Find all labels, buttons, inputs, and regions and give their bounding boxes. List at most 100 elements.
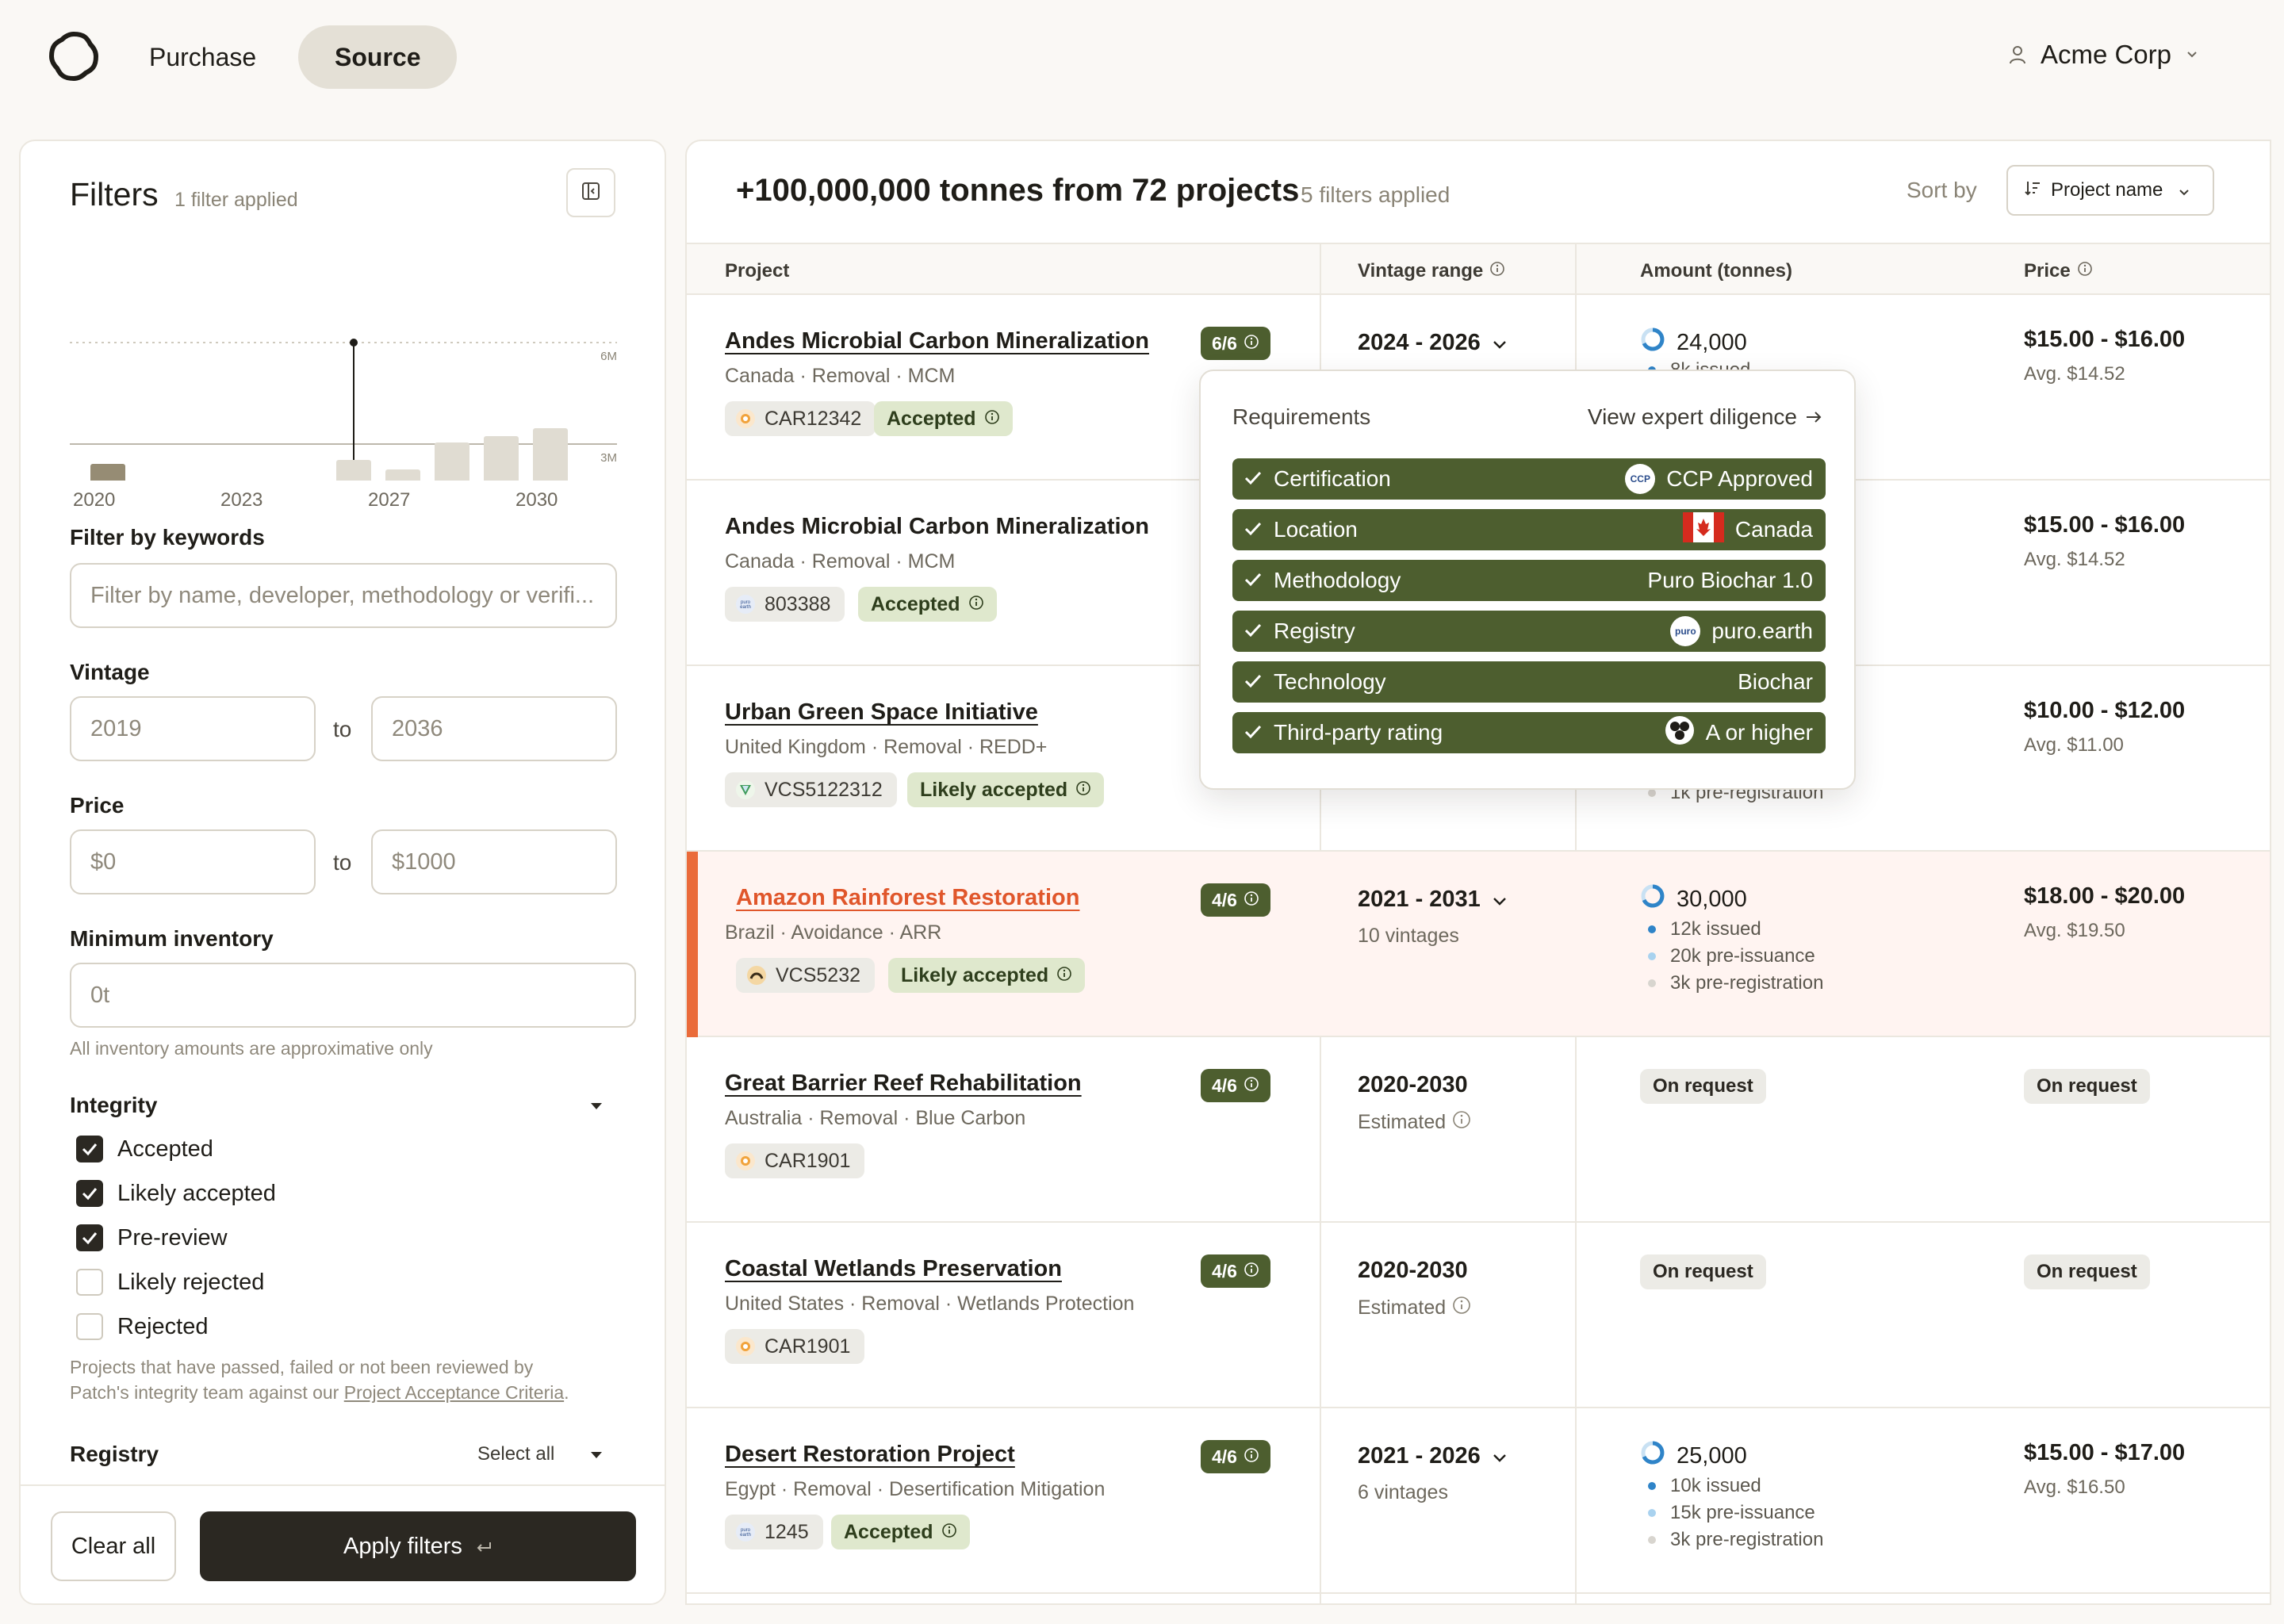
column-header-amount[interactable]: Amount (tonnes) bbox=[1640, 260, 1792, 282]
keywords-label: Filter by keywords bbox=[70, 525, 265, 550]
chart-cursor-dot bbox=[350, 339, 358, 347]
vintage-range: 2020-2030 bbox=[1358, 1072, 1468, 1097]
nav-tab-source[interactable]: Source bbox=[298, 25, 458, 89]
project-meta: Egypt · Removal · Desertification Mitiga… bbox=[725, 1478, 1106, 1500]
x-tick-2020: 2020 bbox=[73, 489, 115, 511]
keywords-input[interactable]: Filter by name, developer, methodology o… bbox=[70, 563, 617, 628]
chart-bar bbox=[533, 428, 568, 481]
price-range: $15.00 - $17.00 bbox=[2024, 1440, 2186, 1465]
amount-total: 25,000 bbox=[1640, 1440, 1747, 1472]
acceptance-criteria-link[interactable]: Project Acceptance Criteria bbox=[344, 1382, 564, 1403]
svg-text:earth: earth bbox=[740, 605, 751, 610]
column-header-price[interactable]: Price bbox=[2024, 260, 2093, 282]
info-icon[interactable] bbox=[1489, 260, 1505, 282]
requirements-score-badge[interactable]: 4/6 bbox=[1201, 883, 1270, 917]
filters-panel: Filters 1 filter applied 6M 3M 2020 2023… bbox=[19, 140, 666, 1605]
column-header-vintage[interactable]: Vintage range bbox=[1358, 260, 1505, 282]
registry-chip[interactable]: CAR12342 bbox=[725, 401, 876, 436]
registry-select-all[interactable]: Select all bbox=[477, 1443, 554, 1465]
nav-tab-purchase[interactable]: Purchase bbox=[113, 25, 293, 89]
status-badge[interactable]: Likely accepted bbox=[888, 958, 1086, 993]
check-icon bbox=[1244, 466, 1263, 492]
integrity-option-likely-rejected[interactable]: Likely rejected bbox=[76, 1269, 264, 1296]
account-menu[interactable]: Acme Corp bbox=[2009, 40, 2198, 70]
status-badge[interactable]: Accepted bbox=[858, 587, 997, 622]
project-name-link[interactable]: Andes Microbial Carbon Mineralization bbox=[725, 328, 1149, 354]
progress-ring-icon bbox=[1640, 883, 1665, 915]
arrow-right-icon bbox=[1805, 404, 1822, 430]
price-average: Avg. $19.50 bbox=[2024, 920, 2125, 941]
table-row[interactable]: Great Barrier Reef Rehabilitation Austra… bbox=[687, 1037, 2270, 1223]
table-row[interactable]: Desert Restoration Project Egypt · Remov… bbox=[687, 1408, 2270, 1594]
apply-filters-button[interactable]: Apply filters bbox=[200, 1511, 636, 1581]
requirements-score-badge[interactable]: 6/6 bbox=[1201, 327, 1270, 360]
integrity-option-pre-review[interactable]: Pre-review bbox=[76, 1224, 228, 1251]
inventory-input[interactable]: 0t bbox=[70, 963, 636, 1028]
vintage-from-input[interactable]: 2019 bbox=[70, 696, 316, 761]
collapse-panel-button[interactable] bbox=[566, 168, 615, 217]
registry-chip[interactable]: puro earth 1245 bbox=[725, 1515, 823, 1549]
amount-breakdown-line: 20k pre-issuance bbox=[1648, 945, 1815, 967]
requirements-score-badge[interactable]: 4/6 bbox=[1201, 1069, 1270, 1102]
checkbox-unchecked[interactable] bbox=[76, 1313, 103, 1340]
checkbox-checked[interactable] bbox=[76, 1136, 103, 1162]
requirements-score-badge[interactable]: 4/6 bbox=[1201, 1254, 1270, 1288]
price-to-input[interactable]: $1000 bbox=[371, 829, 617, 894]
patch-logo[interactable] bbox=[48, 31, 99, 82]
vintage-to-input[interactable]: 2036 bbox=[371, 696, 617, 761]
info-icon[interactable] bbox=[1452, 1110, 1471, 1135]
table-row-selected[interactable]: Amazon Rainforest Restoration Brazil · A… bbox=[687, 852, 2270, 1037]
registry-chip[interactable]: VCS5232 bbox=[736, 958, 876, 993]
project-name-link[interactable]: Great Barrier Reef Rehabilitation bbox=[725, 1071, 1082, 1097]
project-name-link[interactable]: Amazon Rainforest Restoration bbox=[736, 885, 1079, 911]
status-badge[interactable]: Likely accepted bbox=[907, 772, 1105, 807]
requirements-score-badge[interactable]: 4/6 bbox=[1201, 1440, 1270, 1473]
project-name-link[interactable]: Andes Microbial Carbon Mineralization bbox=[725, 514, 1149, 540]
integrity-option-accepted[interactable]: Accepted bbox=[76, 1136, 213, 1162]
y-tick-6m: 6M bbox=[600, 350, 617, 363]
registry-chip[interactable]: CAR1901 bbox=[725, 1329, 865, 1364]
amount-breakdown-line: 10k issued bbox=[1648, 1475, 1761, 1497]
vintage-range-toggle[interactable]: 2021 - 2031 bbox=[1358, 887, 1508, 913]
amount-breakdown-line: 15k pre-issuance bbox=[1648, 1502, 1815, 1524]
project-name-link[interactable]: Desert Restoration Project bbox=[725, 1442, 1015, 1468]
status-badge[interactable]: Accepted bbox=[831, 1515, 970, 1549]
requirement-third-party-rating: Third-party rating A or higher bbox=[1232, 712, 1826, 753]
amount-breakdown-line: 3k pre-registration bbox=[1648, 1529, 1823, 1551]
integrity-caret-icon[interactable] bbox=[588, 1101, 604, 1116]
view-expert-diligence-link[interactable]: View expert diligence bbox=[1588, 404, 1822, 430]
vintage-range-toggle[interactable]: 2024 - 2026 bbox=[1358, 330, 1508, 356]
registry-chip[interactable]: VCS5122312 bbox=[725, 772, 897, 807]
checkbox-unchecked[interactable] bbox=[76, 1269, 103, 1296]
info-icon[interactable] bbox=[1452, 1296, 1471, 1320]
popover-title: Requirements bbox=[1232, 404, 1371, 429]
column-header-project[interactable]: Project bbox=[725, 260, 789, 282]
amount-total: 30,000 bbox=[1640, 883, 1747, 915]
registry-caret-icon[interactable] bbox=[588, 1450, 604, 1465]
info-icon[interactable] bbox=[2077, 260, 2093, 282]
integrity-option-label: Pre-review bbox=[117, 1224, 228, 1251]
vintage-range-toggle[interactable]: 2021 - 2026 bbox=[1358, 1443, 1508, 1469]
project-name-link[interactable]: Urban Green Space Initiative bbox=[725, 699, 1038, 726]
price-label: Price bbox=[70, 793, 125, 818]
table-row[interactable]: Coastal Wetlands Preservation United Sta… bbox=[687, 1223, 2270, 1408]
requirement-technology: Technology Biochar bbox=[1232, 661, 1826, 703]
integrity-option-label: Accepted bbox=[117, 1136, 213, 1162]
check-icon bbox=[1244, 517, 1263, 542]
results-title: +100,000,000 tonnes from 72 projects bbox=[736, 173, 1300, 208]
checkbox-checked[interactable] bbox=[76, 1224, 103, 1251]
checkbox-checked[interactable] bbox=[76, 1180, 103, 1207]
price-from-input[interactable]: $0 bbox=[70, 829, 316, 894]
project-name-link[interactable]: Coastal Wetlands Preservation bbox=[725, 1256, 1062, 1282]
sort-select[interactable]: Project name bbox=[2006, 165, 2214, 216]
status-badge[interactable]: Accepted bbox=[874, 401, 1013, 436]
registry-chip[interactable]: puro earth 803388 bbox=[725, 587, 845, 622]
integrity-option-rejected[interactable]: Rejected bbox=[76, 1313, 208, 1340]
chevron-down-icon bbox=[1492, 887, 1508, 913]
clear-all-button[interactable]: Clear all bbox=[51, 1511, 176, 1581]
info-icon bbox=[984, 408, 1000, 431]
integrity-option-likely-accepted[interactable]: Likely accepted bbox=[76, 1180, 276, 1207]
registry-chip[interactable]: CAR1901 bbox=[725, 1143, 865, 1178]
vintage-distribution-chart[interactable]: 6M 3M bbox=[70, 235, 641, 481]
integrity-option-label: Likely accepted bbox=[117, 1180, 276, 1206]
